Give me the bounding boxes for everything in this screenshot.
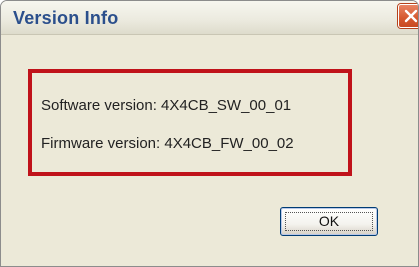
ok-button-label: OK — [318, 213, 340, 229]
version-info-dialog: Version Info Software version: 4X4CB_SW_… — [0, 0, 419, 267]
version-highlight-box — [28, 69, 352, 176]
ok-button[interactable]: OK — [280, 207, 378, 236]
close-icon — [404, 9, 418, 23]
dialog-body: Software version: 4X4CB_SW_00_01 Firmwar… — [1, 35, 418, 266]
close-button[interactable] — [398, 4, 418, 28]
dialog-title: Version Info — [13, 8, 119, 28]
firmware-version-text: Firmware version: 4X4CB_FW_00_02 — [41, 135, 294, 152]
software-version-text: Software version: 4X4CB_SW_00_01 — [41, 97, 292, 114]
title-bar[interactable]: Version Info — [1, 1, 418, 35]
